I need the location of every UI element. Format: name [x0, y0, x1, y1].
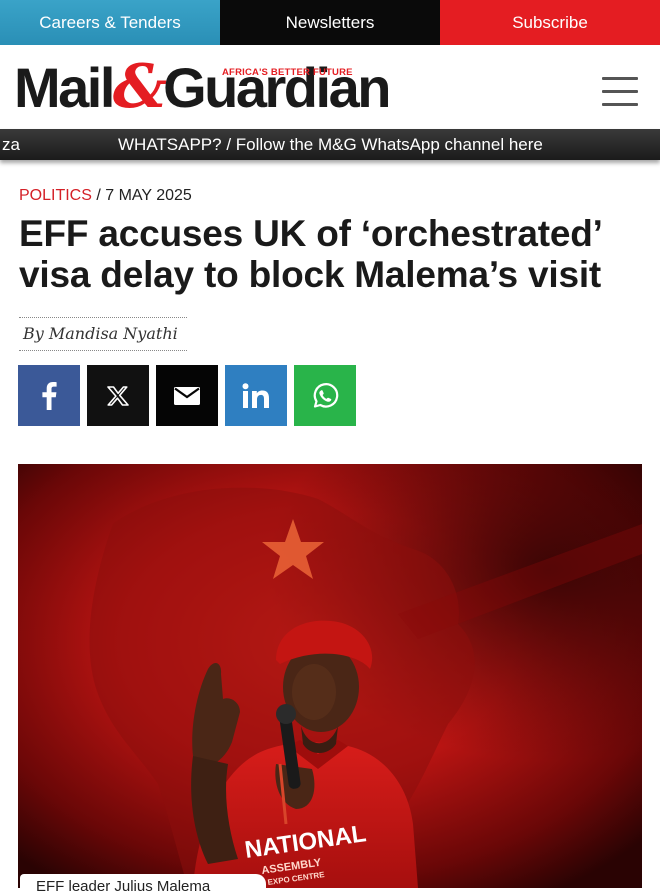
article-headline: EFF accuses UK of ‘orchestrated’ visa de…	[19, 213, 602, 295]
publish-date: / 7 MAY 2025	[96, 187, 192, 204]
top-nav: Careers & Tenders Newsletters Subscribe	[0, 0, 660, 45]
logo-word-guardian: Guardian	[163, 56, 391, 119]
photo-caption: EFF leader Julius Malema	[20, 874, 266, 896]
ticker-previous-item: za	[2, 135, 20, 154]
site-header: Mail&Guardian AFRICA'S BETTER FUTURE	[0, 45, 660, 129]
news-ticker[interactable]: za WHATSAPP? / Follow the M&G WhatsApp c…	[0, 129, 660, 160]
author-byline[interactable]: By Mandisa Nyathi	[19, 317, 187, 351]
logo-ampersand: &	[112, 52, 167, 122]
share-email-button[interactable]	[156, 365, 218, 426]
share-linkedin-button[interactable]	[225, 365, 287, 426]
mail-guardian-logo[interactable]: Mail&Guardian AFRICA'S BETTER FUTURE	[14, 57, 404, 117]
x-icon	[107, 385, 129, 406]
category-link[interactable]: POLITICS	[19, 187, 92, 204]
logo-tagline: AFRICA'S BETTER FUTURE	[222, 67, 353, 78]
share-x-button[interactable]	[87, 365, 149, 426]
article-meta: POLITICS / 7 MAY 2025	[19, 187, 192, 205]
facebook-icon	[42, 381, 57, 410]
linkedin-icon	[242, 382, 269, 408]
email-icon	[174, 386, 200, 405]
article-photo[interactable]: NATIONAL ASSEMBLY EXPO CENTRE	[18, 464, 642, 888]
malema-speaking-image: NATIONAL ASSEMBLY EXPO CENTRE	[18, 464, 642, 888]
whatsapp-icon	[313, 382, 339, 408]
ticker-whatsapp-link[interactable]: WHATSAPP? / Follow the M&G WhatsApp chan…	[118, 135, 543, 155]
share-facebook-button[interactable]	[18, 365, 80, 426]
hamburger-menu-icon[interactable]	[600, 77, 640, 107]
logo-word-mail: Mail	[14, 56, 115, 119]
newsletters-link[interactable]: Newsletters	[220, 0, 440, 45]
subscribe-link[interactable]: Subscribe	[440, 0, 660, 45]
careers-tenders-link[interactable]: Careers & Tenders	[0, 0, 220, 45]
share-whatsapp-button[interactable]	[294, 365, 356, 426]
